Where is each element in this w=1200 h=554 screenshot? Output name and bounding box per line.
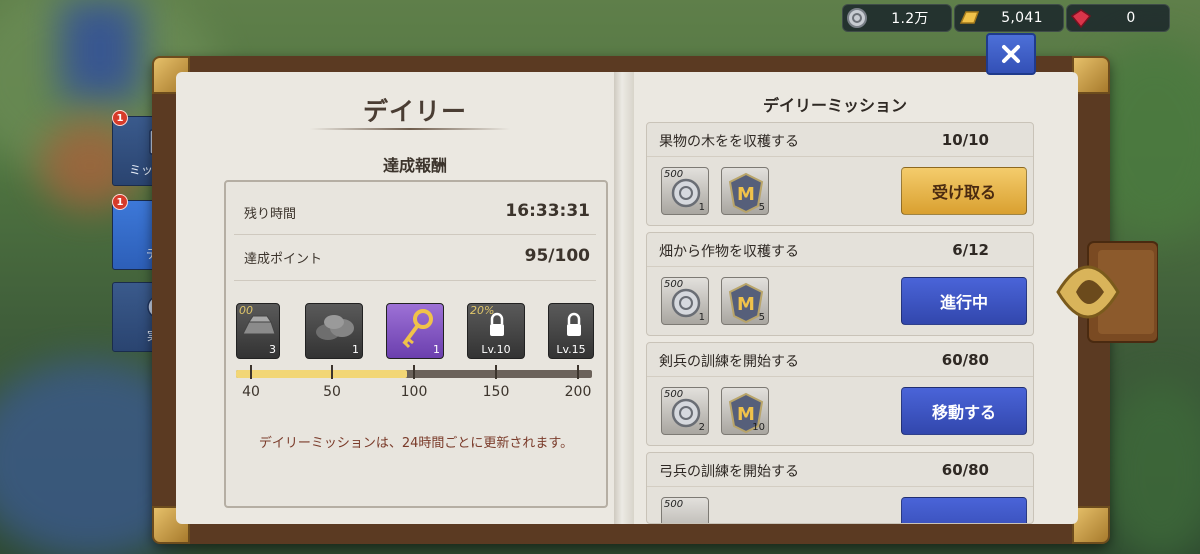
progress-tick bbox=[413, 365, 415, 379]
progress-tick bbox=[331, 365, 333, 379]
mission-card: 剣兵の訓練を開始する 60/80 500 2 M 10 移動する bbox=[646, 342, 1034, 446]
tick-label: 150 bbox=[482, 384, 510, 400]
stone-icon bbox=[316, 315, 354, 340]
gem-currency: 0 bbox=[1066, 4, 1170, 32]
remaining-time-label: 残り時間 bbox=[244, 207, 297, 222]
mission-card: 果物の木をを収穫する 10/10 500 1 M 5 受け取る bbox=[646, 122, 1034, 226]
tab-daily-badge: 1 bbox=[112, 194, 128, 210]
svg-text:M: M bbox=[737, 184, 755, 205]
lock-icon bbox=[567, 312, 581, 336]
reward-locked-1[interactable]: 20% Lv.10 bbox=[467, 303, 525, 359]
refresh-note: デイリーミッションは、24時間ごとに更新されます。 bbox=[258, 436, 574, 451]
title-divider bbox=[310, 128, 510, 130]
reward-locked-2[interactable]: Lv.15 bbox=[548, 303, 594, 359]
close-icon bbox=[1002, 45, 1020, 63]
book-spine bbox=[614, 72, 634, 524]
gem-amount: 0 bbox=[1126, 10, 1136, 26]
mission-card: 弓兵の訓練を開始する 60/80 500 bbox=[646, 452, 1034, 524]
reward-iron-ingot[interactable]: 00 3 bbox=[236, 303, 280, 359]
mission-progress: 60/80 bbox=[941, 461, 989, 479]
reward-silver-coin[interactable]: 500 1 bbox=[661, 167, 709, 215]
row-divider bbox=[234, 234, 596, 235]
points-value: 95/100 bbox=[524, 246, 590, 266]
missions-title: デイリーミッション bbox=[762, 96, 907, 115]
reward-silver-coin[interactable]: 500 bbox=[661, 497, 709, 523]
svg-text:M: M bbox=[737, 294, 755, 315]
mission-title: 剣兵の訓練を開始する bbox=[659, 354, 799, 370]
progress-tick bbox=[250, 365, 252, 379]
reward-subtitle: 達成報酬 bbox=[382, 156, 447, 175]
in-progress-button[interactable]: 進行中 bbox=[901, 277, 1027, 325]
mission-progress: 10/10 bbox=[941, 131, 989, 149]
tab-missions-badge: 1 bbox=[112, 110, 128, 126]
reward-silver-coin[interactable]: 500 2 bbox=[661, 387, 709, 435]
tick-label: 50 bbox=[323, 384, 341, 400]
reward-stone[interactable]: 1 bbox=[305, 303, 363, 359]
tick-label: 200 bbox=[564, 384, 592, 400]
close-button[interactable] bbox=[986, 33, 1036, 75]
mission-card: 畑から作物を収穫する 6/12 500 1 M 5 進行中 bbox=[646, 232, 1034, 336]
reward-emblem[interactable]: M 5 bbox=[721, 167, 769, 215]
reward-emblem[interactable]: M 10 bbox=[721, 387, 769, 435]
reward-emblem[interactable]: M 5 bbox=[721, 277, 769, 325]
silver-amount: 1.2万 bbox=[891, 11, 929, 27]
clasp-icon bbox=[1056, 241, 1159, 343]
mission-title: 弓兵の訓練を開始する bbox=[659, 464, 799, 480]
mission-title: 畑から作物を収穫する bbox=[659, 244, 799, 260]
gold-amount: 5,041 bbox=[1001, 10, 1043, 26]
silver-currency: 1.2万 bbox=[842, 4, 952, 32]
mission-title: 果物の木をを収穫する bbox=[659, 134, 799, 150]
silver-coin-icon bbox=[845, 6, 869, 30]
mission-progress: 60/80 bbox=[941, 351, 989, 369]
book-clasp bbox=[1048, 232, 1159, 352]
remaining-time-value: 16:33:31 bbox=[505, 201, 590, 221]
red-gem-icon bbox=[1069, 6, 1093, 30]
reward-progress-fill bbox=[236, 370, 407, 378]
progress-tick bbox=[495, 365, 497, 379]
claim-button[interactable]: 受け取る bbox=[901, 167, 1027, 215]
tick-label: 40 bbox=[242, 384, 260, 400]
gold-bar-icon bbox=[957, 6, 981, 30]
page-title: デイリー bbox=[362, 97, 467, 126]
reward-silver-coin[interactable]: 500 1 bbox=[661, 277, 709, 325]
go-button[interactable]: 移動する bbox=[901, 387, 1027, 435]
mission-button[interactable] bbox=[901, 497, 1027, 523]
points-label: 達成ポイント bbox=[244, 252, 323, 267]
reward-golden-key[interactable]: 1 bbox=[386, 303, 444, 359]
gold-currency: 5,041 bbox=[954, 4, 1064, 32]
tick-label: 100 bbox=[400, 384, 428, 400]
mission-progress: 6/12 bbox=[952, 241, 989, 259]
row-divider bbox=[234, 280, 596, 281]
progress-tick bbox=[577, 365, 579, 379]
